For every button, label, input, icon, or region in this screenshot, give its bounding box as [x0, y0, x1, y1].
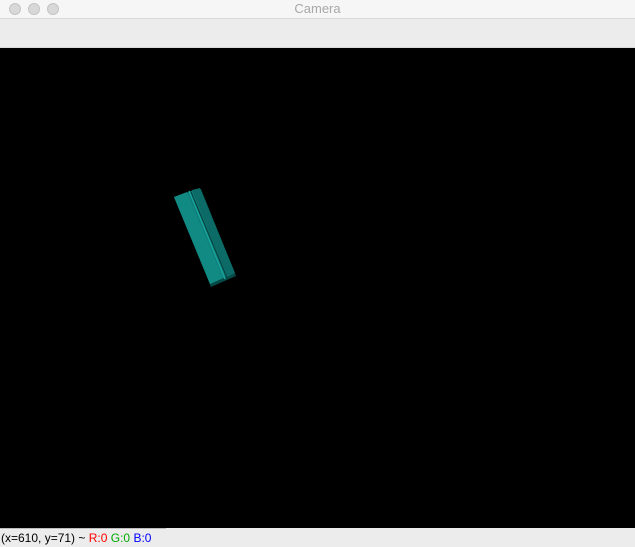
camera-image — [174, 188, 236, 287]
toolbar — [0, 19, 635, 48]
red-value: R:0 — [88, 531, 108, 545]
title-bar[interactable]: Camera — [0, 0, 635, 19]
blue-value: B:0 — [133, 531, 152, 545]
camera-view[interactable] — [0, 48, 635, 528]
cursor-coordinates: (x=610, y=71) ~ — [1, 531, 86, 545]
green-value: G:0 — [110, 531, 131, 545]
status-divider — [0, 528, 166, 529]
status-bar: (x=610, y=71) ~ R:0 G:0 B:0 — [0, 528, 635, 547]
window-title: Camera — [294, 1, 341, 16]
pixel-info: (x=610, y=71) ~ R:0 G:0 B:0 — [1, 531, 151, 545]
camera-window: Camera (x=610, y=71) ~ R:0 G:0 B:0 — [0, 0, 635, 547]
